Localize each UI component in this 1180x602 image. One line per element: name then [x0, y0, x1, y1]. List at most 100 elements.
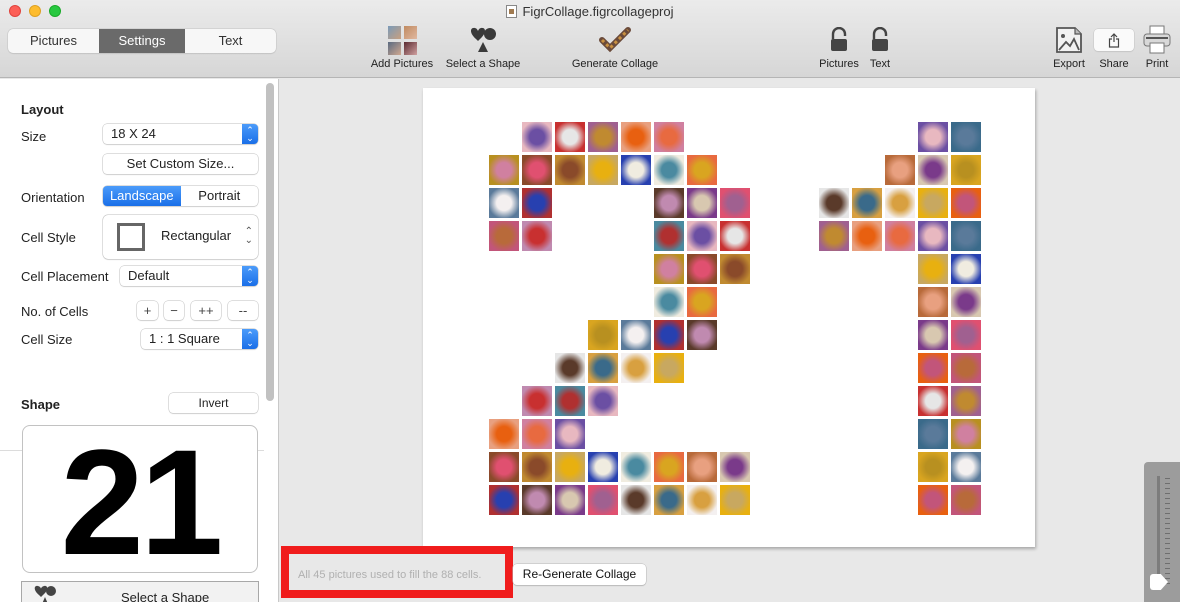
- share-button[interactable]: Share: [1093, 24, 1135, 70]
- add-many-cells-button[interactable]: ++: [191, 301, 221, 320]
- add-cell-button[interactable]: +: [137, 301, 158, 320]
- collage-cell[interactable]: [654, 122, 684, 152]
- collage-cell[interactable]: [951, 254, 981, 284]
- collage-cell[interactable]: [588, 452, 618, 482]
- collage-cell[interactable]: [951, 155, 981, 185]
- collage-cell[interactable]: [654, 353, 684, 383]
- collage-cell[interactable]: [852, 221, 882, 251]
- collage-cell[interactable]: [687, 485, 717, 515]
- collage-cell[interactable]: [720, 188, 750, 218]
- collage-cell[interactable]: [654, 452, 684, 482]
- collage-cell[interactable]: [918, 485, 948, 515]
- collage-cell[interactable]: [654, 221, 684, 251]
- collage-cell[interactable]: [918, 320, 948, 350]
- collage-cell[interactable]: [951, 188, 981, 218]
- collage-cell[interactable]: [951, 452, 981, 482]
- collage-cell[interactable]: [951, 221, 981, 251]
- collage-cell[interactable]: [951, 419, 981, 449]
- collage-cell[interactable]: [687, 320, 717, 350]
- collage-cell[interactable]: [489, 485, 519, 515]
- collage-cell[interactable]: [555, 419, 585, 449]
- collage-cell[interactable]: [621, 155, 651, 185]
- collage-cell[interactable]: [918, 188, 948, 218]
- collage-cell[interactable]: [522, 122, 552, 152]
- collage-cell[interactable]: [918, 254, 948, 284]
- lock-text-button[interactable]: Text: [864, 24, 896, 70]
- generate-collage-button[interactable]: Generate Collage: [566, 24, 664, 70]
- zoom-slider-track[interactable]: [1157, 476, 1160, 586]
- collage-cell[interactable]: [918, 221, 948, 251]
- collage-cell[interactable]: [555, 452, 585, 482]
- collage-cell[interactable]: [522, 485, 552, 515]
- cell-style-popup[interactable]: Rectangular ⌃ ⌄: [103, 215, 258, 259]
- collage-cell[interactable]: [951, 485, 981, 515]
- size-popup[interactable]: 18 X 24 ⌃ ⌄: [103, 124, 258, 144]
- collage-cell[interactable]: [489, 155, 519, 185]
- orientation-landscape[interactable]: Landscape: [103, 186, 181, 206]
- collage-cell[interactable]: [918, 452, 948, 482]
- collage-cell[interactable]: [951, 287, 981, 317]
- collage-cell[interactable]: [522, 221, 552, 251]
- collage-cell[interactable]: [555, 122, 585, 152]
- collage-cell[interactable]: [819, 221, 849, 251]
- collage-cell[interactable]: [489, 221, 519, 251]
- collage-cell[interactable]: [588, 320, 618, 350]
- tab-pictures[interactable]: Pictures: [8, 29, 99, 53]
- collage-cell[interactable]: [918, 386, 948, 416]
- collage-cell[interactable]: [885, 155, 915, 185]
- collage-cell[interactable]: [951, 122, 981, 152]
- collage-cell[interactable]: [687, 155, 717, 185]
- collage-cell[interactable]: [588, 155, 618, 185]
- cell-size-popup[interactable]: 1 : 1 Square ⌃ ⌄: [141, 329, 258, 349]
- collage-cell[interactable]: [555, 485, 585, 515]
- collage-cell[interactable]: [654, 485, 684, 515]
- collage-cell[interactable]: [489, 419, 519, 449]
- orientation-portrait[interactable]: Portrait: [181, 186, 259, 206]
- collage-cell[interactable]: [654, 188, 684, 218]
- collage-cell[interactable]: [588, 353, 618, 383]
- collage-cell[interactable]: [687, 287, 717, 317]
- select-shape-toolbar-button[interactable]: Select a Shape: [441, 24, 525, 70]
- set-custom-size-button[interactable]: Set Custom Size...: [103, 154, 258, 174]
- collage-cell[interactable]: [885, 188, 915, 218]
- collage-cell[interactable]: [918, 287, 948, 317]
- collage-cell[interactable]: [588, 122, 618, 152]
- collage-cell[interactable]: [951, 320, 981, 350]
- collage-cell[interactable]: [918, 419, 948, 449]
- collage-cell[interactable]: [885, 221, 915, 251]
- collage-page[interactable]: [423, 88, 1035, 547]
- tab-text[interactable]: Text: [185, 29, 276, 53]
- select-shape-button[interactable]: Select a Shape: [21, 581, 259, 602]
- collage-cell[interactable]: [720, 485, 750, 515]
- collage-cell[interactable]: [489, 452, 519, 482]
- collage-cell[interactable]: [852, 188, 882, 218]
- collage-cell[interactable]: [522, 386, 552, 416]
- collage-cell[interactable]: [621, 452, 651, 482]
- collage-cell[interactable]: [489, 188, 519, 218]
- collage-cell[interactable]: [522, 419, 552, 449]
- sidebar-scrollbar[interactable]: [266, 83, 274, 401]
- collage-cell[interactable]: [588, 485, 618, 515]
- collage-cell[interactable]: [819, 188, 849, 218]
- remove-many-cells-button[interactable]: --: [228, 301, 258, 320]
- collage-cell[interactable]: [654, 287, 684, 317]
- collage-cell[interactable]: [687, 188, 717, 218]
- collage-cell[interactable]: [687, 254, 717, 284]
- collage-cell[interactable]: [621, 122, 651, 152]
- collage-cell[interactable]: [720, 452, 750, 482]
- regenerate-collage-button[interactable]: Re-Generate Collage: [513, 564, 646, 585]
- collage-cell[interactable]: [522, 188, 552, 218]
- collage-cell[interactable]: [621, 320, 651, 350]
- collage-cell[interactable]: [522, 452, 552, 482]
- collage-cell[interactable]: [555, 155, 585, 185]
- collage-cell[interactable]: [687, 221, 717, 251]
- add-pictures-button[interactable]: Add Pictures: [366, 24, 438, 70]
- collage-cell[interactable]: [621, 353, 651, 383]
- collage-cell[interactable]: [588, 386, 618, 416]
- collage-cell[interactable]: [720, 221, 750, 251]
- collage-cell[interactable]: [654, 254, 684, 284]
- export-button[interactable]: Export: [1048, 24, 1090, 70]
- remove-cell-button[interactable]: −: [164, 301, 184, 320]
- collage-cell[interactable]: [918, 122, 948, 152]
- print-button[interactable]: Print: [1138, 24, 1176, 70]
